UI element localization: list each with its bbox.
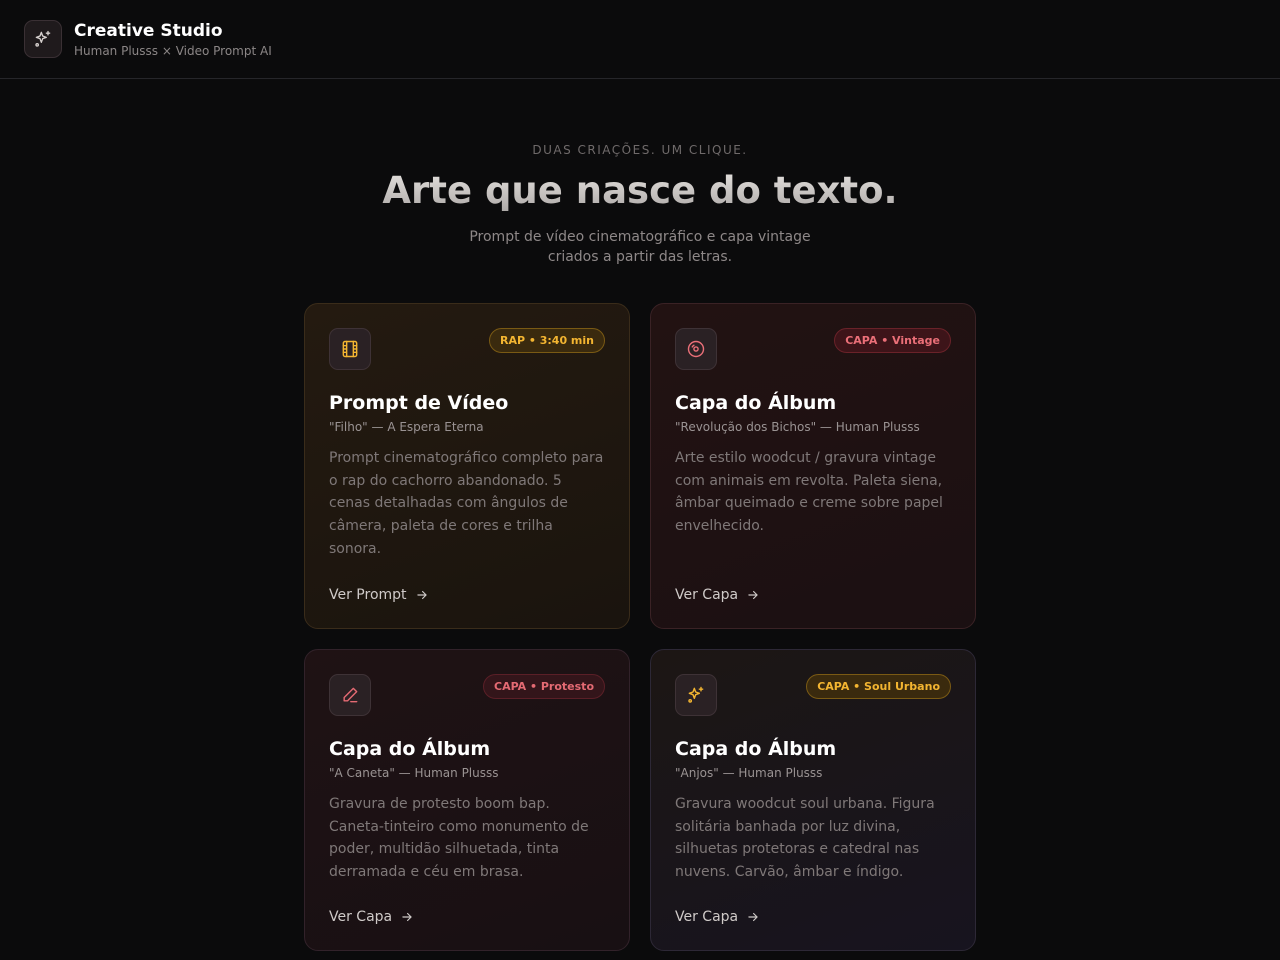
brand: Creative Studio Human Plusss × Video Pro… (74, 21, 272, 58)
card-badge: CAPA • Protesto (483, 674, 605, 699)
view-cover-link[interactable]: Ver Capa (329, 909, 414, 925)
card-description: Gravura woodcut soul urbana. Figura soli… (675, 796, 935, 881)
link-label: Ver Prompt (329, 587, 407, 603)
view-cover-link[interactable]: Ver Capa (675, 587, 760, 603)
link-label: Ver Capa (329, 909, 393, 925)
card-meta: "Filho" — A Espera Eterna (329, 420, 484, 434)
pen-icon (329, 674, 371, 716)
arrow-right-icon (746, 588, 760, 602)
link-label: Ver Capa (675, 587, 739, 603)
card-badge: CAPA • Vintage (834, 328, 951, 353)
view-cover-link[interactable]: Ver Capa (675, 909, 760, 925)
view-prompt-link[interactable]: Ver Prompt (329, 587, 429, 603)
card-badge: RAP • 3:40 min (489, 328, 605, 353)
app-title: Creative Studio (74, 20, 223, 41)
hero-kicker: DUAS CRIAÇÕES. UM CLIQUE. (532, 143, 748, 157)
top-bar: Creative Studio Human Plusss × Video Pro… (0, 0, 1280, 79)
card-title: Prompt de Vídeo (329, 392, 509, 414)
card-meta: "Revolução dos Bichos" — Human Plusss (675, 420, 920, 434)
card-description: Arte estilo woodcut / gravura vintage co… (675, 450, 943, 535)
card-title: Capa do Álbum (675, 392, 837, 414)
album-cover-card-vintage[interactable]: CAPA • Vintage Capa do Álbum "Revolução … (650, 303, 976, 629)
album-cover-card-protest[interactable]: CAPA • Protesto Capa do Álbum "A Caneta"… (304, 649, 630, 951)
card-description: Gravura de protesto boom bap. Caneta-tin… (329, 796, 589, 881)
card-meta: "A Caneta" — Human Plusss (329, 766, 499, 780)
hero-subtitle: Prompt de vídeo cinematográfico e capa v… (469, 229, 811, 265)
cards-grid: RAP • 3:40 min Prompt de Vídeo "Filho" —… (304, 303, 976, 951)
arrow-right-icon (415, 588, 429, 602)
link-label: Ver Capa (675, 909, 739, 925)
album-cover-card-soul[interactable]: CAPA • Soul Urbano Capa do Álbum "Anjos"… (650, 649, 976, 951)
sparkles-icon (675, 674, 717, 716)
hero-headline: Arte que nasce do texto. (0, 167, 1280, 215)
hero: DUAS CRIAÇÕES. UM CLIQUE. Arte que nasce… (0, 143, 1280, 267)
card-description: Prompt cinematográfico completo para o r… (329, 450, 604, 557)
arrow-right-icon (400, 910, 414, 924)
card-title: Capa do Álbum (675, 738, 837, 760)
arrow-right-icon (746, 910, 760, 924)
disc-icon (675, 328, 717, 370)
card-meta: "Anjos" — Human Plusss (675, 766, 823, 780)
sparkles-icon[interactable] (24, 20, 62, 58)
video-prompt-card[interactable]: RAP • 3:40 min Prompt de Vídeo "Filho" —… (304, 303, 630, 629)
film-icon (329, 328, 371, 370)
app-subtitle: Human Plusss × Video Prompt AI (74, 43, 272, 58)
card-badge: CAPA • Soul Urbano (806, 674, 951, 699)
card-title: Capa do Álbum (329, 738, 491, 760)
